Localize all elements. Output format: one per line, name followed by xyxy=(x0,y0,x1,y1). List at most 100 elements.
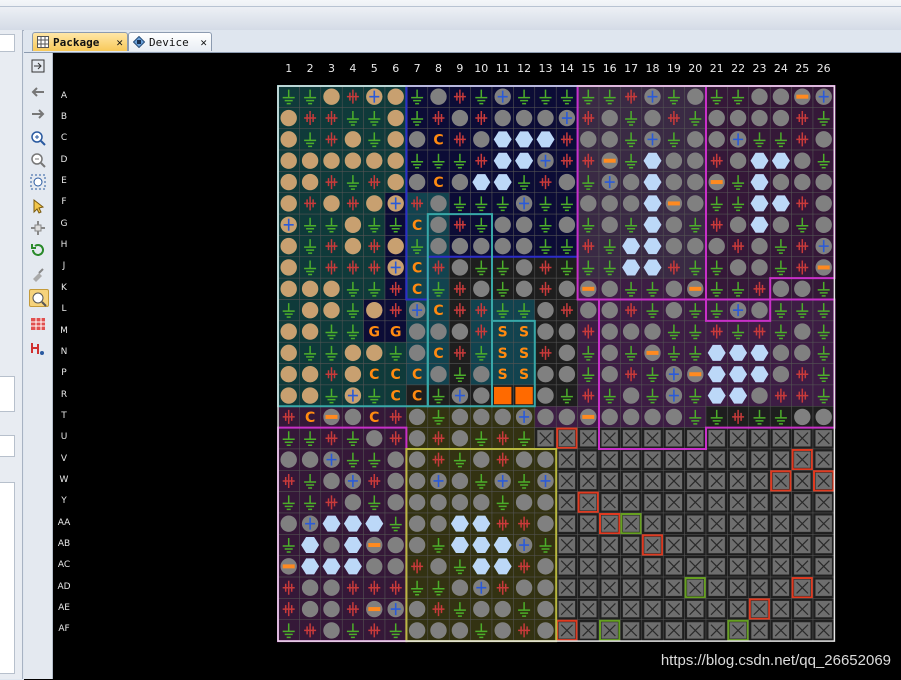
package-pin[interactable] xyxy=(320,555,343,578)
package-pin[interactable] xyxy=(299,320,322,343)
package-pin[interactable] xyxy=(299,470,322,492)
package-pin[interactable] xyxy=(684,277,707,300)
package-pin[interactable] xyxy=(555,363,578,386)
package-pin[interactable] xyxy=(705,619,728,642)
package-pin[interactable] xyxy=(769,235,792,258)
package-pin[interactable] xyxy=(727,192,750,215)
package-pin[interactable] xyxy=(277,149,300,172)
package-pin[interactable]: C xyxy=(406,213,429,236)
package-pin[interactable] xyxy=(620,341,643,364)
package-pin[interactable] xyxy=(791,171,814,193)
package-pin[interactable] xyxy=(320,534,343,556)
package-pin[interactable] xyxy=(598,85,621,108)
package-pin[interactable] xyxy=(748,256,771,279)
package-pin[interactable] xyxy=(705,534,728,556)
package-pin[interactable] xyxy=(427,470,450,492)
package-pin[interactable] xyxy=(577,491,600,514)
package-pin[interactable] xyxy=(684,363,707,386)
package-pin[interactable] xyxy=(513,576,536,599)
package-pin[interactable] xyxy=(299,277,322,300)
package-pin[interactable] xyxy=(427,619,450,642)
package-pin[interactable] xyxy=(363,299,386,322)
package-pin[interactable] xyxy=(363,235,386,258)
package-pin[interactable] xyxy=(491,512,514,535)
package-pin[interactable] xyxy=(491,299,514,322)
package-pin[interactable] xyxy=(620,128,643,151)
package-pin[interactable] xyxy=(684,534,707,556)
package-pin[interactable] xyxy=(684,406,707,428)
package-pin[interactable] xyxy=(299,213,322,236)
package-pin[interactable] xyxy=(791,192,814,215)
package-pin[interactable] xyxy=(513,107,536,129)
package-pin[interactable] xyxy=(299,384,322,407)
package-pin[interactable] xyxy=(384,406,407,428)
package-pin[interactable] xyxy=(448,427,471,450)
package-pin[interactable] xyxy=(791,235,814,258)
package-pin[interactable] xyxy=(555,491,578,514)
package-pin[interactable] xyxy=(277,512,300,535)
package-pin[interactable] xyxy=(684,384,707,407)
package-pin[interactable] xyxy=(470,619,493,642)
package-pin[interactable] xyxy=(705,320,728,343)
package-pin[interactable] xyxy=(363,491,386,514)
package-pin[interactable] xyxy=(791,534,814,556)
package-pin[interactable] xyxy=(534,149,557,172)
package-pin[interactable] xyxy=(577,235,600,258)
package-pin[interactable] xyxy=(598,406,621,428)
package-pin[interactable] xyxy=(684,619,707,642)
package-pin[interactable]: C xyxy=(406,256,429,279)
package-pin[interactable] xyxy=(341,149,364,172)
package-pin[interactable] xyxy=(299,341,322,364)
package-pin[interactable] xyxy=(641,619,664,642)
package-pin[interactable] xyxy=(727,512,750,535)
package-pin[interactable] xyxy=(470,576,493,599)
package-pin[interactable]: C xyxy=(406,384,429,407)
package-pin[interactable] xyxy=(470,171,493,193)
package-pin[interactable] xyxy=(341,235,364,258)
package-pin[interactable] xyxy=(534,598,557,621)
package-pin[interactable] xyxy=(555,512,578,535)
package-pin[interactable] xyxy=(662,363,685,386)
package-pin[interactable] xyxy=(406,406,429,428)
package-pin[interactable] xyxy=(513,213,536,236)
package-pin[interactable] xyxy=(534,320,557,343)
package-pin[interactable] xyxy=(791,470,814,492)
package-pin[interactable] xyxy=(299,149,322,172)
package-pin[interactable] xyxy=(791,128,814,151)
package-pin[interactable] xyxy=(769,85,792,108)
package-pin[interactable] xyxy=(577,384,600,407)
package-pin[interactable] xyxy=(620,277,643,300)
package-pin[interactable] xyxy=(684,235,707,258)
package-pin[interactable] xyxy=(598,384,621,407)
package-pin[interactable] xyxy=(598,341,621,364)
package-pin[interactable] xyxy=(384,128,407,151)
package-pin[interactable] xyxy=(684,341,707,364)
package-pin[interactable] xyxy=(555,341,578,364)
package-pin[interactable] xyxy=(705,363,728,386)
package-pin[interactable] xyxy=(812,576,835,599)
package-pin[interactable] xyxy=(791,149,814,172)
package-pin[interactable] xyxy=(662,171,685,193)
package-pin[interactable] xyxy=(448,128,471,151)
package-pin[interactable] xyxy=(384,85,407,108)
package-pin[interactable] xyxy=(769,534,792,556)
package-pin[interactable] xyxy=(320,192,343,215)
package-pin[interactable] xyxy=(769,598,792,621)
package-pin[interactable] xyxy=(598,576,621,599)
package-pin[interactable] xyxy=(791,213,814,236)
package-pin[interactable] xyxy=(598,149,621,172)
package-pin[interactable] xyxy=(641,406,664,428)
package-pin[interactable] xyxy=(620,555,643,578)
package-pin[interactable] xyxy=(769,619,792,642)
package-pin[interactable] xyxy=(491,598,514,621)
package-pin[interactable] xyxy=(684,555,707,578)
package-pin[interactable] xyxy=(662,341,685,364)
package-pin[interactable] xyxy=(577,192,600,215)
package-pin[interactable] xyxy=(299,363,322,386)
package-pin[interactable] xyxy=(577,213,600,236)
package-pin[interactable] xyxy=(598,555,621,578)
package-pin[interactable] xyxy=(448,277,471,300)
package-pin[interactable] xyxy=(705,384,728,407)
package-pin[interactable] xyxy=(791,598,814,621)
package-pin[interactable] xyxy=(705,555,728,578)
